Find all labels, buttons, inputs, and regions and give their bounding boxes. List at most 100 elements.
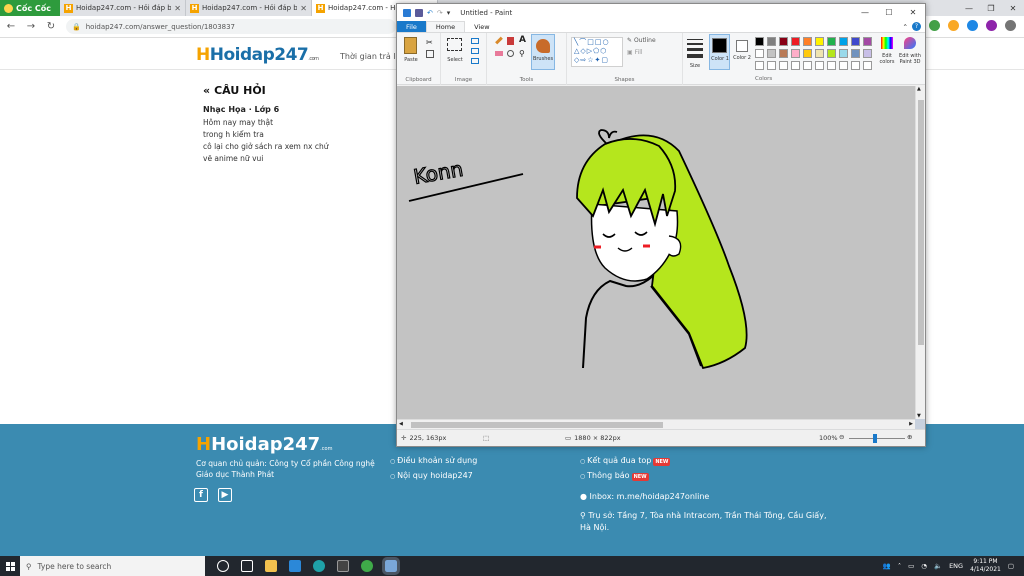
palette-swatch[interactable] bbox=[863, 49, 872, 58]
scroll-down-icon[interactable]: ▼ bbox=[917, 413, 921, 419]
double-chevron-left-icon[interactable]: « bbox=[203, 84, 210, 97]
tab-file[interactable]: File bbox=[397, 21, 426, 32]
extension-icon[interactable] bbox=[948, 20, 959, 31]
browser-tab-2[interactable]: H Hoidap247.com - Hỏi đáp bà ✕ bbox=[186, 0, 312, 16]
paint-maximize-button[interactable]: ☐ bbox=[877, 8, 901, 17]
palette-swatch[interactable] bbox=[779, 49, 788, 58]
zoom-slider[interactable] bbox=[849, 438, 905, 439]
back-arrow-icon[interactable]: ← bbox=[6, 21, 16, 32]
palette-swatch[interactable] bbox=[863, 61, 872, 70]
paint-close-button[interactable]: ✕ bbox=[901, 8, 925, 17]
zoom-in-icon[interactable]: ⊕ bbox=[907, 433, 912, 441]
cut-icon[interactable]: ✂ bbox=[426, 38, 433, 47]
taskbar-clock[interactable]: 9:11 PM 4/14/2021 bbox=[970, 558, 1001, 574]
copy-icon[interactable] bbox=[426, 50, 434, 58]
crop-icon[interactable] bbox=[471, 38, 479, 44]
palette-swatch[interactable] bbox=[827, 37, 836, 46]
palette-swatch[interactable] bbox=[791, 37, 800, 46]
address-bar[interactable]: 🔒 hoidap247.com/answer_question/1803837 bbox=[66, 19, 396, 34]
color2-button[interactable]: Color 2 bbox=[732, 34, 752, 70]
palette-swatch[interactable] bbox=[767, 49, 776, 58]
battery-icon[interactable]: ▭ bbox=[908, 562, 914, 570]
paint-taskbar-icon[interactable] bbox=[382, 557, 400, 575]
palette-swatch[interactable] bbox=[839, 37, 848, 46]
palette-swatch[interactable] bbox=[815, 49, 824, 58]
zoom-slider-thumb[interactable] bbox=[873, 434, 877, 443]
tray-chevron-icon[interactable]: ˄ bbox=[898, 562, 901, 570]
palette-swatch[interactable] bbox=[839, 61, 848, 70]
palette-swatch[interactable] bbox=[839, 49, 848, 58]
vertical-scroll-thumb[interactable] bbox=[918, 100, 924, 345]
tab-close-icon[interactable]: ✕ bbox=[300, 4, 307, 13]
quick-access-dropdown-icon[interactable]: ▾ bbox=[447, 9, 451, 17]
palette-swatch[interactable] bbox=[815, 61, 824, 70]
edit-paint3d-button[interactable]: Edit with Paint 3D bbox=[897, 34, 923, 70]
palette-swatch[interactable] bbox=[803, 61, 812, 70]
rotate-icon[interactable] bbox=[471, 58, 479, 64]
edge-icon[interactable] bbox=[313, 560, 325, 572]
browser-tab-1[interactable]: H Hoidap247.com - Hỏi đáp bà ✕ bbox=[60, 0, 186, 16]
tab-close-icon[interactable]: ✕ bbox=[174, 4, 181, 13]
help-icon[interactable]: ? bbox=[912, 22, 921, 31]
redo-icon[interactable]: ↷ bbox=[437, 9, 443, 17]
extension-icon[interactable] bbox=[929, 20, 940, 31]
browser-minimize-button[interactable]: — bbox=[958, 0, 980, 16]
palette-swatch[interactable] bbox=[791, 61, 800, 70]
extension-icon[interactable] bbox=[986, 20, 997, 31]
select-icon[interactable] bbox=[447, 38, 462, 51]
drawing-canvas[interactable]: Konn bbox=[397, 86, 915, 419]
palette-swatch[interactable] bbox=[755, 49, 764, 58]
palette-swatch[interactable] bbox=[767, 61, 776, 70]
resize-icon[interactable] bbox=[471, 48, 479, 54]
footer-link[interactable]: Điều khoản sử dụng bbox=[390, 454, 477, 469]
palette-swatch[interactable] bbox=[815, 37, 824, 46]
task-view-icon[interactable] bbox=[241, 560, 253, 572]
taskbar-search-box[interactable]: ⚲ Type here to search bbox=[20, 556, 205, 576]
palette-swatch[interactable] bbox=[851, 49, 860, 58]
horizontal-scroll-thumb[interactable] bbox=[411, 422, 663, 428]
youtube-icon[interactable]: ▶ bbox=[218, 488, 232, 502]
mail-icon[interactable] bbox=[289, 560, 301, 572]
fill-button[interactable]: ▣ Fill bbox=[627, 49, 643, 56]
site-logo[interactable]: HHoidap247.com bbox=[196, 45, 319, 65]
save-icon[interactable] bbox=[415, 8, 423, 17]
palette-swatch[interactable] bbox=[803, 37, 812, 46]
scroll-right-icon[interactable]: ▶ bbox=[909, 421, 913, 427]
notifications-icon[interactable]: ▢ bbox=[1008, 562, 1014, 570]
palette-swatch[interactable] bbox=[851, 61, 860, 70]
forward-arrow-icon[interactable]: → bbox=[26, 21, 36, 32]
palette-swatch[interactable] bbox=[803, 49, 812, 58]
reload-icon[interactable]: ↻ bbox=[46, 21, 56, 32]
volume-icon[interactable]: 🔈 bbox=[934, 562, 942, 570]
terminal-icon[interactable] bbox=[337, 560, 349, 572]
footer-link[interactable]: Thông báoNEW bbox=[580, 469, 670, 484]
palette-swatch[interactable] bbox=[779, 61, 788, 70]
extension-icon[interactable] bbox=[967, 20, 978, 31]
palette-swatch[interactable] bbox=[791, 49, 800, 58]
browser-restore-button[interactable]: ❐ bbox=[980, 0, 1002, 16]
undo-icon[interactable]: ↶ bbox=[427, 9, 433, 17]
footer-link[interactable]: Nội quy hoidap247 bbox=[390, 469, 477, 484]
tab-home[interactable]: Home bbox=[425, 21, 466, 32]
palette-swatch[interactable] bbox=[827, 61, 836, 70]
cortana-icon[interactable] bbox=[217, 560, 229, 572]
zoom-out-icon[interactable]: ⊖ bbox=[839, 433, 844, 441]
tab-view[interactable]: View bbox=[465, 21, 498, 32]
palette-swatch[interactable] bbox=[779, 37, 788, 46]
palette-swatch[interactable] bbox=[827, 49, 836, 58]
color1-button[interactable]: Color 1 bbox=[709, 34, 730, 70]
footer-link[interactable]: Kết quả đua topNEW bbox=[580, 454, 671, 469]
palette-swatch[interactable] bbox=[863, 37, 872, 46]
scroll-left-icon[interactable]: ◀ bbox=[399, 421, 403, 427]
start-button[interactable] bbox=[0, 556, 20, 576]
footer-logo[interactable]: HHoidap247.com bbox=[196, 434, 332, 455]
palette-swatch[interactable] bbox=[851, 37, 860, 46]
fill-bucket-icon[interactable] bbox=[507, 37, 514, 45]
coccoc-taskbar-icon[interactable] bbox=[361, 560, 373, 572]
horizontal-scrollbar[interactable]: ◀ ▶ bbox=[397, 419, 915, 429]
network-icon[interactable]: ◔ bbox=[921, 562, 927, 570]
eraser-icon[interactable] bbox=[495, 51, 503, 56]
paste-icon[interactable] bbox=[404, 37, 417, 54]
browser-close-button[interactable]: ✕ bbox=[1002, 0, 1024, 16]
browser-brand-button[interactable]: Cốc Cốc bbox=[0, 0, 60, 16]
